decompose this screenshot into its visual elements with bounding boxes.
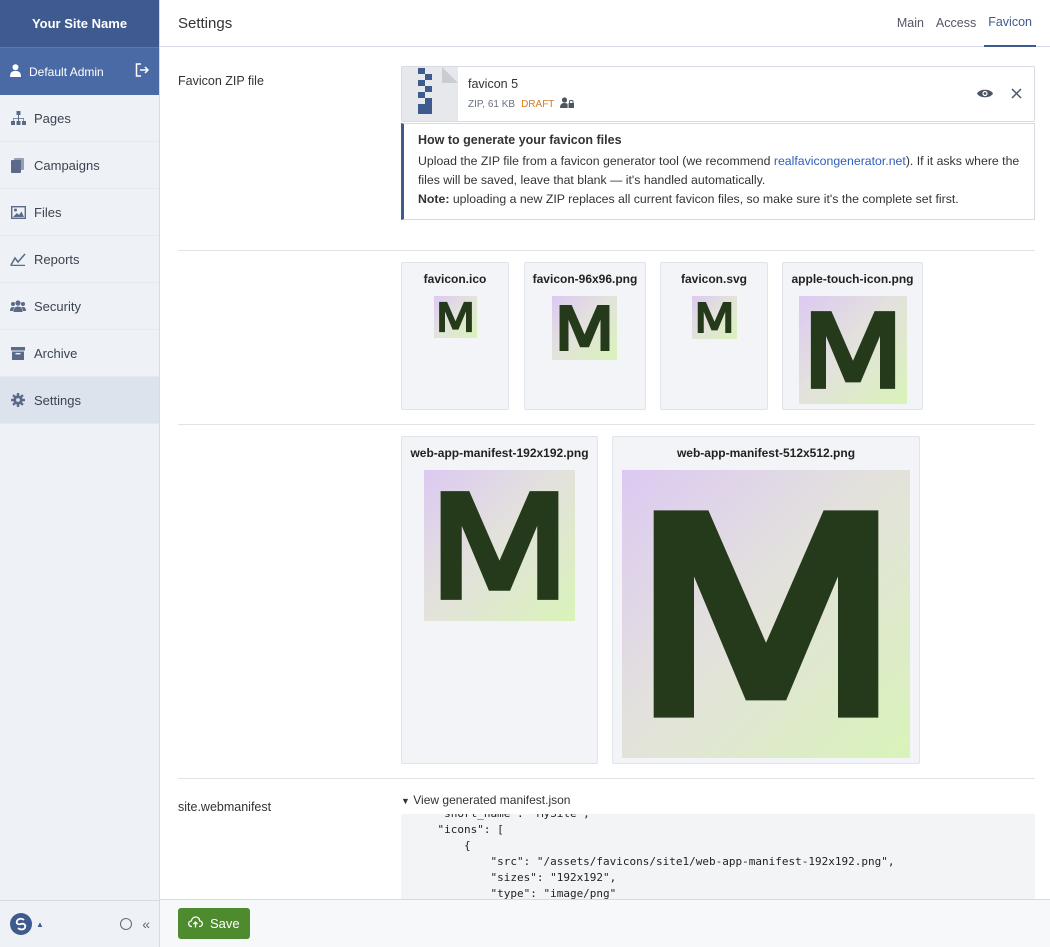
sidebar-item-label: Reports [34,251,80,267]
tab-main[interactable]: Main [891,0,930,47]
note-label: Note: [418,192,450,206]
app-logo-icon[interactable] [10,913,32,935]
caret-up-icon[interactable]: ▲ [36,920,44,929]
divider [178,250,1035,251]
sidebar-item-campaigns[interactable]: Campaigns [0,142,159,189]
sidebar-item-settings[interactable]: Settings [0,377,159,424]
eye-icon[interactable] [977,87,993,102]
icon-label: apple-touch-icon.png [791,272,914,286]
favicon-zip-label: Favicon ZIP file [178,74,264,88]
icon-label: favicon-96x96.png [532,272,638,286]
icon-card-apple-touch: apple-touch-icon.png [782,262,923,410]
user-bar: Default Admin [0,47,159,95]
help-text-part: Upload the ZIP file from a favicon gener… [418,154,774,168]
icon-label: favicon.ico [423,272,487,286]
sidebar-nav: Pages Campaigns Files Reports Security A… [0,95,159,424]
sidebar-item-reports[interactable]: Reports [0,236,159,283]
image-icon [10,204,26,220]
sidebar-item-archive[interactable]: Archive [0,330,159,377]
sidebar-item-label: Campaigns [34,157,100,173]
manifest-summary-label: View generated manifest.json [413,793,571,807]
triangle-down-icon: ▼ [401,796,410,806]
m-logo-glyph [810,311,896,389]
user-lock-icon [560,97,575,111]
sidebar-item-label: Settings [34,392,81,408]
webmanifest-label: site.webmanifest [178,800,272,814]
sidebar-footer: ▲ « [0,900,160,947]
file-name[interactable]: favicon 5 [468,77,977,91]
manifest-toggle[interactable]: ▼ View generated manifest.json [401,793,570,807]
chart-line-icon [10,251,26,267]
user-name[interactable]: Default Admin [29,65,135,79]
sidebar-item-label: Archive [34,345,78,361]
m-logo-glyph [440,491,559,600]
users-icon [10,298,26,314]
m-logo-glyph [559,304,610,352]
icon-card-manifest-192: web-app-manifest-192x192.png [401,436,598,764]
note-text: uploading a new ZIP replaces all current… [449,192,959,206]
archive-icon [10,345,26,361]
divider [178,424,1035,425]
help-link[interactable]: realfavicongenerator.net [774,154,906,168]
tab-access[interactable]: Access [930,0,982,47]
manifest-code-block[interactable]: "short_name": "MySite", "icons": [ { "sr… [401,814,1035,899]
favicon-preview-image[interactable] [424,470,575,621]
icon-label: web-app-manifest-192x192.png [410,446,589,460]
manifest-code: "short_name": "MySite", "icons": [ { "sr… [437,814,895,899]
site-name[interactable]: Your Site Name [0,0,159,47]
sitemap-icon [10,110,26,126]
m-logo-glyph [439,301,472,333]
bottom-bar: Save [160,899,1050,947]
help-title: How to generate your favicon files [418,133,622,147]
sidebar-item-security[interactable]: Security [0,283,159,330]
icon-card-manifest-512: web-app-manifest-512x512.png [612,436,920,764]
tabs: Main Access Favicon [891,0,1050,47]
help-text: Upload the ZIP file from a favicon gener… [418,152,1020,209]
file-card: favicon 5 ZIP, 61 KB DRAFT [401,66,1035,122]
save-button-label: Save [210,916,240,931]
icon-card-favicon-svg: favicon.svg [660,262,768,410]
gear-icon [10,392,26,408]
header: Settings Main Access Favicon [160,0,1050,47]
zip-file-icon [402,67,458,121]
status-circle-icon[interactable] [120,918,133,930]
icon-label: favicon.svg [680,272,748,286]
favicon-preview-image[interactable] [692,296,737,339]
cloud-upload-icon [188,916,203,931]
favicon-preview-image[interactable] [799,296,907,404]
tab-favicon[interactable]: Favicon [984,0,1036,47]
sidebar-item-pages[interactable]: Pages [0,95,159,142]
sidebar-item-label: Pages [34,110,71,126]
favicon-preview-image[interactable] [622,470,910,758]
favicon-preview-image[interactable] [552,296,617,360]
documents-icon [10,157,26,173]
file-meta: ZIP, 61 KB [468,98,516,110]
help-box: How to generate your favicon files Uploa… [401,123,1035,220]
m-logo-glyph [697,302,732,333]
sidebar: Your Site Name Default Admin Pages Campa… [0,0,160,947]
icon-card-favicon-96: favicon-96x96.png [524,262,646,410]
divider [178,778,1035,779]
logout-icon[interactable] [135,63,150,80]
m-logo-glyph [653,510,879,718]
sidebar-item-label: Files [34,204,62,220]
page-title: Settings [178,14,233,32]
save-button[interactable]: Save [178,908,250,939]
sidebar-item-label: Security [34,298,81,314]
sidebar-item-files[interactable]: Files [0,189,159,236]
main-content: Favicon ZIP file favicon 5 ZIP, 61 KB DR… [160,47,1050,899]
status-badge: DRAFT [521,98,555,110]
favicon-preview-image[interactable] [434,296,477,338]
close-icon[interactable] [1011,87,1022,102]
collapse-sidebar-button[interactable]: « [142,916,150,932]
icon-card-favicon-ico: favicon.ico [401,262,509,410]
user-icon [10,63,21,80]
icon-label: web-app-manifest-512x512.png [676,446,856,460]
